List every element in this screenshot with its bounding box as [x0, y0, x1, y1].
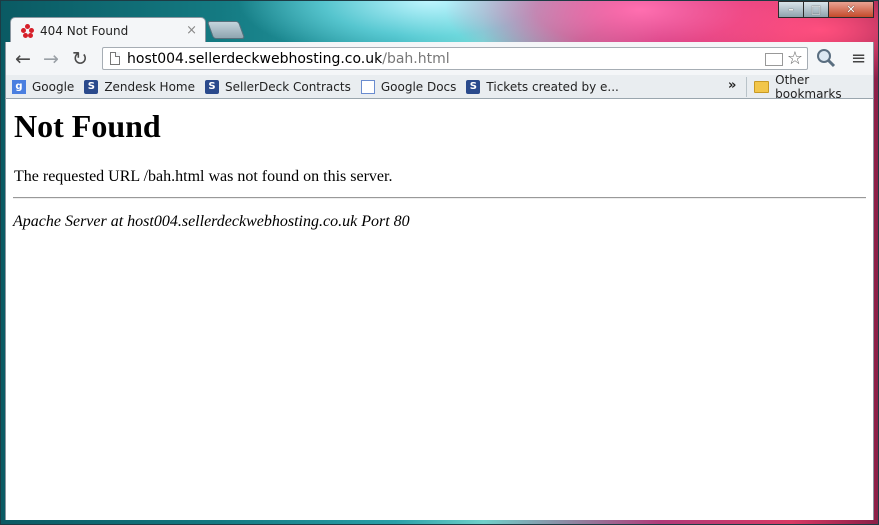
docs-icon — [360, 79, 375, 94]
omnibox-actions: ☆ — [764, 50, 803, 68]
minimize-button[interactable]: – — [778, 1, 804, 18]
other-bookmarks-folder[interactable]: Other bookmarks — [754, 72, 873, 101]
bookmark-tickets[interactable]: S Tickets created by e... — [466, 79, 619, 94]
error-message: The requested URL /bah.html was not foun… — [14, 168, 393, 185]
close-window-button[interactable]: ✕ — [828, 1, 874, 18]
sellerdeck-icon: S — [466, 79, 481, 94]
bookmark-label: SellerDeck Contracts — [225, 79, 351, 94]
toolbar: ← → ↻ host004.sellerdeckwebhosting.co.uk… — [5, 42, 874, 75]
menu-icon[interactable]: ≡ — [851, 48, 866, 69]
url-host: host004.sellerdeckwebhosting.co.uk — [127, 50, 383, 67]
window-controls: – □ ✕ — [778, 1, 874, 18]
page-icon — [110, 52, 120, 65]
sellerdeck-icon: S — [84, 79, 99, 94]
maximize-button[interactable]: □ — [803, 1, 829, 18]
back-button[interactable]: ← — [12, 48, 34, 70]
forward-arrow-icon: → — [43, 48, 59, 70]
new-tab-button[interactable] — [206, 21, 246, 39]
bookmark-star-icon[interactable]: ☆ — [787, 50, 803, 68]
minimize-icon: – — [788, 3, 794, 16]
page-action-icon[interactable] — [764, 52, 783, 66]
bookmark-google-docs[interactable]: Google Docs — [360, 79, 457, 94]
back-arrow-icon: ← — [15, 48, 31, 70]
sellerdeck-icon: S — [205, 79, 219, 94]
tab-close-icon[interactable]: × — [186, 23, 197, 38]
tab-active[interactable]: 404 Not Found × — [10, 17, 206, 43]
url-path: /bah.html — [382, 50, 450, 67]
server-signature: Apache Server at host004.sellerdeckwebho… — [13, 213, 410, 230]
folder-icon — [754, 80, 770, 93]
google-icon: g — [12, 79, 26, 94]
bookmarks-divider — [746, 77, 747, 97]
reload-button[interactable]: ↻ — [69, 48, 91, 70]
bookmark-sellerdeck-contracts[interactable]: S SellerDeck Contracts — [205, 79, 351, 94]
maximize-icon: □ — [810, 3, 822, 16]
bookmark-label: Zendesk Home — [104, 79, 195, 94]
extension-magnifier-icon[interactable] — [816, 48, 836, 68]
bookmark-label: Google Docs — [380, 79, 457, 94]
divider — [13, 197, 866, 199]
other-bookmarks-label: Other bookmarks — [775, 72, 842, 101]
tab-title: 404 Not Found — [40, 23, 129, 38]
apache-favicon-icon — [21, 23, 35, 38]
bookmarks-bar: g Google S Zendesk Home S SellerDeck Con… — [5, 72, 874, 101]
reload-icon: ↻ — [72, 48, 88, 70]
forward-button[interactable]: → — [40, 48, 62, 70]
bookmark-label: Tickets created by e... — [486, 79, 619, 94]
address-bar[interactable]: host004.sellerdeckwebhosting.co.uk/bah.h… — [102, 47, 808, 70]
bookmark-google[interactable]: g Google — [12, 79, 75, 94]
bookmarks-overflow-chevron-icon[interactable]: » — [728, 78, 736, 93]
browser-window: – □ ✕ 404 Not Found × ← → ↻ host004.sell… — [0, 0, 879, 525]
bookmark-label: Google — [32, 79, 75, 94]
close-icon: ✕ — [846, 3, 856, 16]
page-heading: Not Found — [14, 108, 161, 144]
page-content: Not Found The requested URL /bah.html wa… — [5, 99, 874, 520]
bookmark-zendesk-home[interactable]: S Zendesk Home — [84, 79, 195, 94]
